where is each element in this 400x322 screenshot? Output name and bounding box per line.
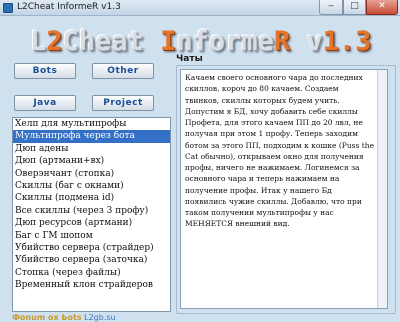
minimize-button[interactable]: ‒ — [319, 0, 343, 15]
chat-text: Качаем своего основного чара до последни… — [185, 73, 375, 229]
footer-forum-link[interactable]: Фоnum ox Ьоts — [12, 313, 82, 322]
chat-scrollbar[interactable] — [377, 70, 387, 308]
chat-textarea[interactable]: Качаем своего основного чара до последни… — [180, 69, 388, 309]
java-button[interactable]: Java — [14, 95, 76, 111]
chat-group-label: Чаты — [176, 54, 203, 64]
client-area: L2Cheat InformeR v1.3 Bots Other Java Pr… — [0, 16, 400, 322]
list-item[interactable]: Оверэнчант (стопка) — [13, 168, 170, 180]
maximize-button[interactable]: □ — [343, 0, 366, 15]
window-title: L2Cheat InformeR v1.3 — [17, 2, 121, 12]
list-item[interactable]: Хелп для мультипрофы — [13, 118, 170, 130]
footer-site-link[interactable]: L2gb.su — [84, 313, 115, 322]
cheat-list[interactable]: Хелп для мультипрофы Мультипрофа через бо… — [12, 117, 171, 312]
list-item[interactable]: Дюп (артмани+вх) — [13, 155, 170, 167]
title-bar: L2Cheat InformeR v1.3 ‒ □ ✕ — [0, 0, 400, 16]
other-button[interactable]: Other — [92, 63, 154, 79]
list-item[interactable]: Убийство сервера (страйдер) — [13, 242, 170, 254]
list-item[interactable]: Баг с ГМ шопом — [13, 230, 170, 242]
project-button[interactable]: Project — [92, 95, 154, 111]
list-item[interactable]: Временный клон страйдеров — [13, 279, 170, 291]
close-button[interactable]: ✕ — [366, 0, 398, 15]
list-item[interactable]: Мультипрофа через бота — [13, 130, 170, 143]
list-item[interactable]: Стопка (через файлы) — [13, 267, 170, 279]
bots-button[interactable]: Bots — [14, 63, 76, 79]
list-item[interactable]: Дюп ресурсов (артмани) — [13, 217, 170, 229]
footer-links: Фоnum ox Ьоts L2gb.su — [12, 313, 116, 322]
list-item[interactable]: Дюп адены — [13, 143, 170, 155]
app-icon — [3, 3, 13, 13]
list-item[interactable]: Убийство сервера (заточка) — [13, 254, 170, 266]
list-item[interactable]: Скиллы (баг с окнами) — [13, 180, 170, 192]
list-item[interactable]: Все скиллы (через 3 профу) — [13, 205, 170, 217]
list-item[interactable]: Скиллы (подмена id) — [13, 192, 170, 204]
